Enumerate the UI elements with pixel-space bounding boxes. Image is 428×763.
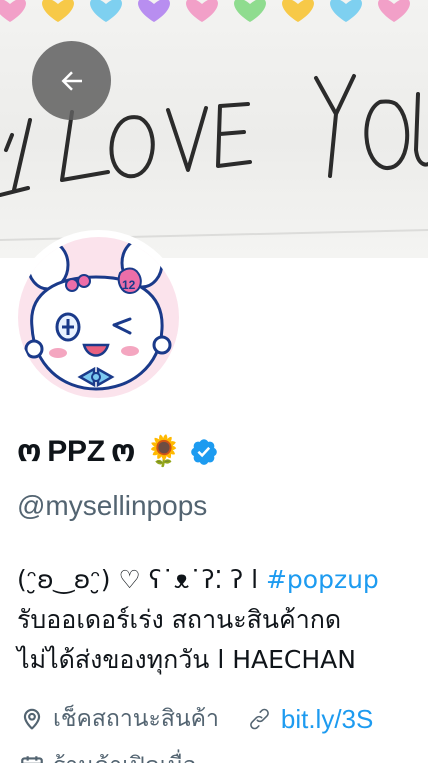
profile-meta-row: เช็คสถานะสินค้า bit.ly/3S (19, 701, 401, 737)
heart-decoration (330, 0, 362, 22)
calendar-icon (21, 756, 43, 763)
profile-meta-row-2: ร้านค้าเปิดเมื่อ (19, 748, 197, 763)
location-label: เช็คสถานะสินค้า (53, 706, 219, 732)
link-icon (250, 708, 269, 730)
arrow-left-icon (61, 70, 82, 91)
display-name-row: ო PPZ ო 🌻 (17, 434, 219, 469)
avatar[interactable]: 12 (11, 230, 186, 405)
heart-decoration (90, 0, 122, 22)
heart-decoration (282, 0, 314, 22)
location-pin-icon (23, 708, 41, 730)
heart-decoration (42, 0, 74, 22)
bio-line-1-text: (ᵔ̮ʚ‿ʚᵔ̮) ♡ ʕ˙ᴥ˙ʔ⁚ ʔ l (17, 565, 266, 594)
sunflower-emoji: 🌻 (145, 433, 183, 469)
bio-line-1: (ᵔ̮ʚ‿ʚᵔ̮) ♡ ʕ˙ᴥ˙ʔ⁚ ʔ l #popzup (17, 560, 428, 600)
profile-handle: @mysellinpops (17, 490, 208, 521)
heart-decoration (378, 0, 410, 22)
avatar-image: 12 (18, 237, 179, 398)
display-name-suffix-glyph: ო (110, 435, 136, 468)
profile-banner[interactable] (0, 0, 428, 258)
profile-bio: (ᵔ̮ʚ‿ʚᵔ̮) ♡ ʕ˙ᴥ˙ʔ⁚ ʔ l #popzup รับออเดอร… (17, 560, 428, 680)
profile-screen: 12 ო PPZ ო 🌻 @mysellinpops (ᵔ̮ʚ‿ʚᵔ̮) ♡ ʕ… (0, 0, 428, 763)
heart-decoration (186, 0, 218, 22)
bio-hashtag-link[interactable]: #popzup (266, 565, 379, 594)
website-item[interactable]: bit.ly/3S (247, 704, 374, 735)
verified-badge-icon[interactable] (189, 437, 219, 467)
website-link[interactable]: bit.ly/3S (281, 704, 374, 735)
bio-line-2: รับออเดอร์เร่ง สถานะสินค้ากด (17, 605, 342, 634)
heart-garland (0, 0, 410, 22)
bunny-character-illustration: 12 (24, 237, 172, 391)
heart-decoration (0, 0, 26, 22)
back-button[interactable] (32, 41, 111, 120)
heart-decoration (138, 0, 170, 22)
svg-text:12: 12 (122, 278, 136, 292)
display-name-prefix-glyph: ო (17, 435, 42, 468)
location-item: เช็คสถานะสินค้า (19, 701, 219, 737)
joined-date-label: ร้านค้าเปิดเมื่อ (53, 748, 197, 763)
display-name: PPZ (47, 434, 105, 468)
bio-line-3: ไม่ได้ส่งของทุกวัน l HAECHAN (17, 645, 356, 674)
heart-decoration (234, 0, 266, 22)
